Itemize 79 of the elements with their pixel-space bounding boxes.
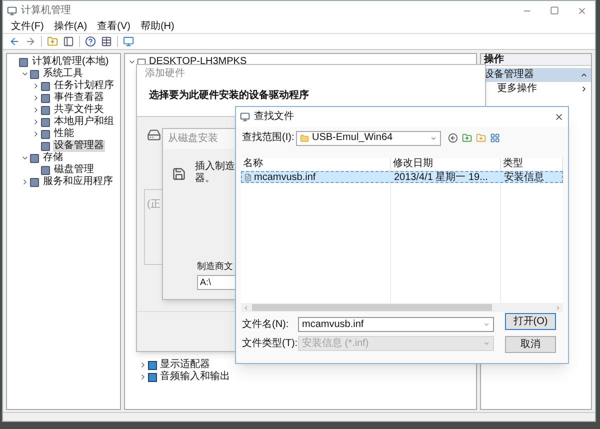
dialog-button[interactable]: 打开(O) [505,313,556,330]
instruction-text: 插入制造 [195,161,235,173]
folder-icon [300,134,309,142]
tree-node-icon [41,106,50,114]
field-label: 文件类型(T): [242,338,298,350]
collapse-chevron-icon[interactable] [21,154,29,162]
dialog-button[interactable]: 取消 [505,336,556,353]
tree-item[interactable]: 本地用户和组 [53,116,115,128]
tree-node-icon [30,70,39,78]
expand-chevron-icon[interactable] [32,94,40,102]
look-in-dropdown[interactable]: USB-Emul_Win64 [296,130,441,146]
folder-up-icon[interactable] [462,133,472,143]
table-cell: 安装信息 [504,172,544,182]
table-cell: 2013/4/1 星期一 19... [394,172,488,182]
expand-chevron-icon[interactable] [32,106,40,114]
tree-item[interactable]: 显示适配器 [160,359,210,371]
path-label: 制造商文 [197,260,234,272]
expand-chevron-icon[interactable] [32,130,40,138]
expand-chevron-icon[interactable] [32,82,40,90]
dialog-title: 查找文件 [254,111,294,123]
table-cell: mcamvusb.inf [254,172,316,182]
dialog-title: 添加硬件 [145,68,186,80]
tree-node-icon [41,94,50,102]
collapse-chevron-icon[interactable] [21,70,29,78]
panel-icon[interactable] [63,36,74,47]
tree-item[interactable]: 计算机管理(本地) [31,56,110,68]
tree-node-icon [41,118,50,126]
tree-node-icon [30,154,39,162]
tree-item[interactable]: 磁盘管理 [53,164,95,176]
expand-chevron-icon[interactable] [21,178,29,186]
tree-node-icon [41,130,50,138]
tree-item[interactable]: 事件查看器 [53,92,105,104]
action-link[interactable]: 更多操作 [497,83,537,95]
back-icon[interactable] [448,133,458,143]
tree-item[interactable]: 任务计划程序 [53,80,115,92]
collapse-icon[interactable] [580,71,588,79]
close-icon[interactable] [554,112,564,122]
tree-node-icon [30,178,39,186]
view-menu-icon[interactable] [490,133,500,143]
tree-item[interactable]: DESKTOP-LH3MPKS [149,56,247,68]
folder-up-icon[interactable] [47,36,58,47]
menu-item[interactable]: 操作(A) [54,20,88,32]
window-title: 计算机管理 [21,4,71,18]
maximize-icon[interactable] [550,6,559,15]
tree-item[interactable]: 性能 [53,128,75,140]
table-icon[interactable] [101,36,112,47]
menu-item[interactable]: 文件(F) [11,20,44,32]
tree-node-icon [41,142,50,150]
field-label: 文件名(N): [242,318,290,330]
menu-item[interactable]: 查看(V) [97,20,130,32]
tree-item[interactable]: 存储 [42,152,64,164]
collapse-chevron-icon[interactable] [128,58,136,66]
tree-item[interactable]: 音频输入和输出 [160,371,230,383]
help-icon[interactable] [85,36,96,47]
expand-chevron-icon[interactable] [139,361,147,369]
tree-node-icon [19,58,28,66]
tree-item[interactable]: 设备管理器 [53,140,105,152]
tree-item[interactable]: 服务和应用程序 [42,176,114,188]
tree-item[interactable]: 共享文件夹 [53,104,105,116]
expand-chevron-icon[interactable] [139,373,147,381]
horizontal-scrollbar[interactable] [241,303,563,312]
instruction-text: 器。 [195,173,216,185]
group-label: (正 [147,199,160,210]
back-arrow-icon[interactable] [9,36,20,47]
menu-item[interactable]: 帮助(H) [140,20,174,32]
tree-item[interactable]: 系统工具 [42,68,84,80]
actions-header: 操作 [481,54,591,66]
file-row[interactable]: mcamvusb.inf 2013/4/1 星期一 19... 安装信息 [241,171,563,183]
expand-chevron-icon[interactable] [32,118,40,126]
file-icon [244,172,252,182]
folder-name: USB-Emul_Win64 [312,132,394,144]
forward-arrow-icon[interactable] [25,36,36,47]
file-name-field[interactable]: mcamvusb.inf [298,317,494,332]
close-icon[interactable] [577,6,587,16]
dialog-heading: 选择要为此硬件安装的设备驱动程序 [148,90,310,102]
tree-node-icon [41,82,50,90]
monitor-icon[interactable] [123,36,134,47]
tree-node-icon [41,166,50,174]
scrollbar-thumb[interactable] [252,304,492,311]
